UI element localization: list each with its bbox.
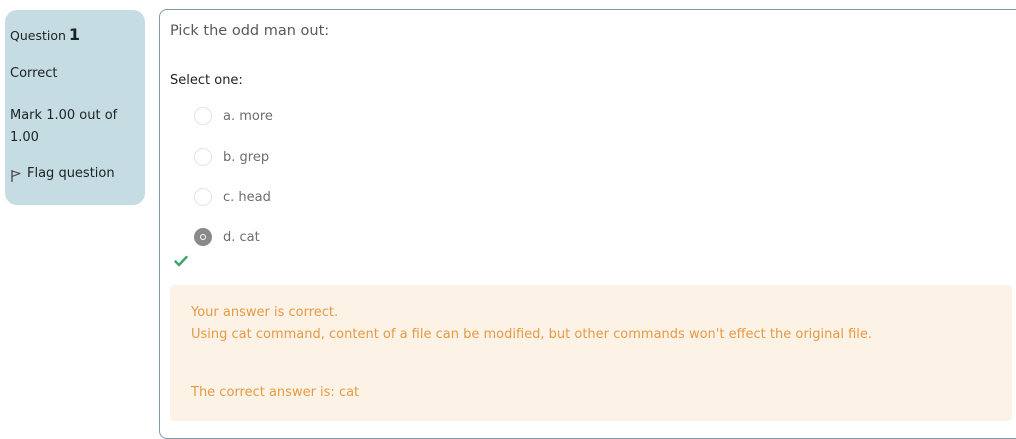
general-feedback: Using cat command, content of a file can…	[191, 327, 873, 342]
question-text: Pick the odd man out:	[170, 23, 330, 39]
question-label: Question	[10, 28, 66, 43]
answer-option-b[interactable]: b. grep	[194, 146, 269, 168]
question-number: 1	[68, 25, 81, 44]
answer-label-b[interactable]: b. grep	[223, 150, 269, 165]
question-grade: Mark 1.00 out of 1.00	[10, 108, 118, 145]
answer-radio-a[interactable]	[194, 107, 212, 125]
specific-feedback: Your answer is correct.	[191, 305, 339, 320]
answer-option-d[interactable]: d. cat	[194, 226, 260, 248]
flag-question-label[interactable]: Flag question	[27, 165, 115, 183]
answer-label-d[interactable]: d. cat	[223, 230, 260, 245]
checkmark-icon	[174, 255, 188, 267]
select-one-prompt: Select one:	[170, 73, 243, 88]
answer-label-c[interactable]: c. head	[223, 190, 271, 205]
question-state: Correct	[10, 66, 58, 81]
answer-label-a[interactable]: a. more	[223, 109, 273, 124]
answer-radio-c[interactable]	[194, 188, 212, 206]
answer-option-c[interactable]: c. head	[194, 186, 271, 208]
feedback-panel: Your answer is correct. Using cat comman…	[170, 285, 1012, 421]
answer-radio-d-selected[interactable]	[194, 228, 212, 246]
answer-radio-b[interactable]	[194, 148, 212, 166]
question-content: Pick the odd man out: Select one: a. mor…	[159, 9, 1016, 439]
right-answer: The correct answer is: cat	[191, 385, 360, 400]
question-info-panel: Question 1 Correct Mark 1.00 out of 1.00 …	[5, 10, 145, 205]
answer-option-a[interactable]: a. more	[194, 105, 273, 127]
flag-outline-icon	[11, 169, 21, 182]
question-number-heading: Question 1	[10, 26, 141, 44]
flag-question-link[interactable]: Flag question	[10, 165, 141, 183]
